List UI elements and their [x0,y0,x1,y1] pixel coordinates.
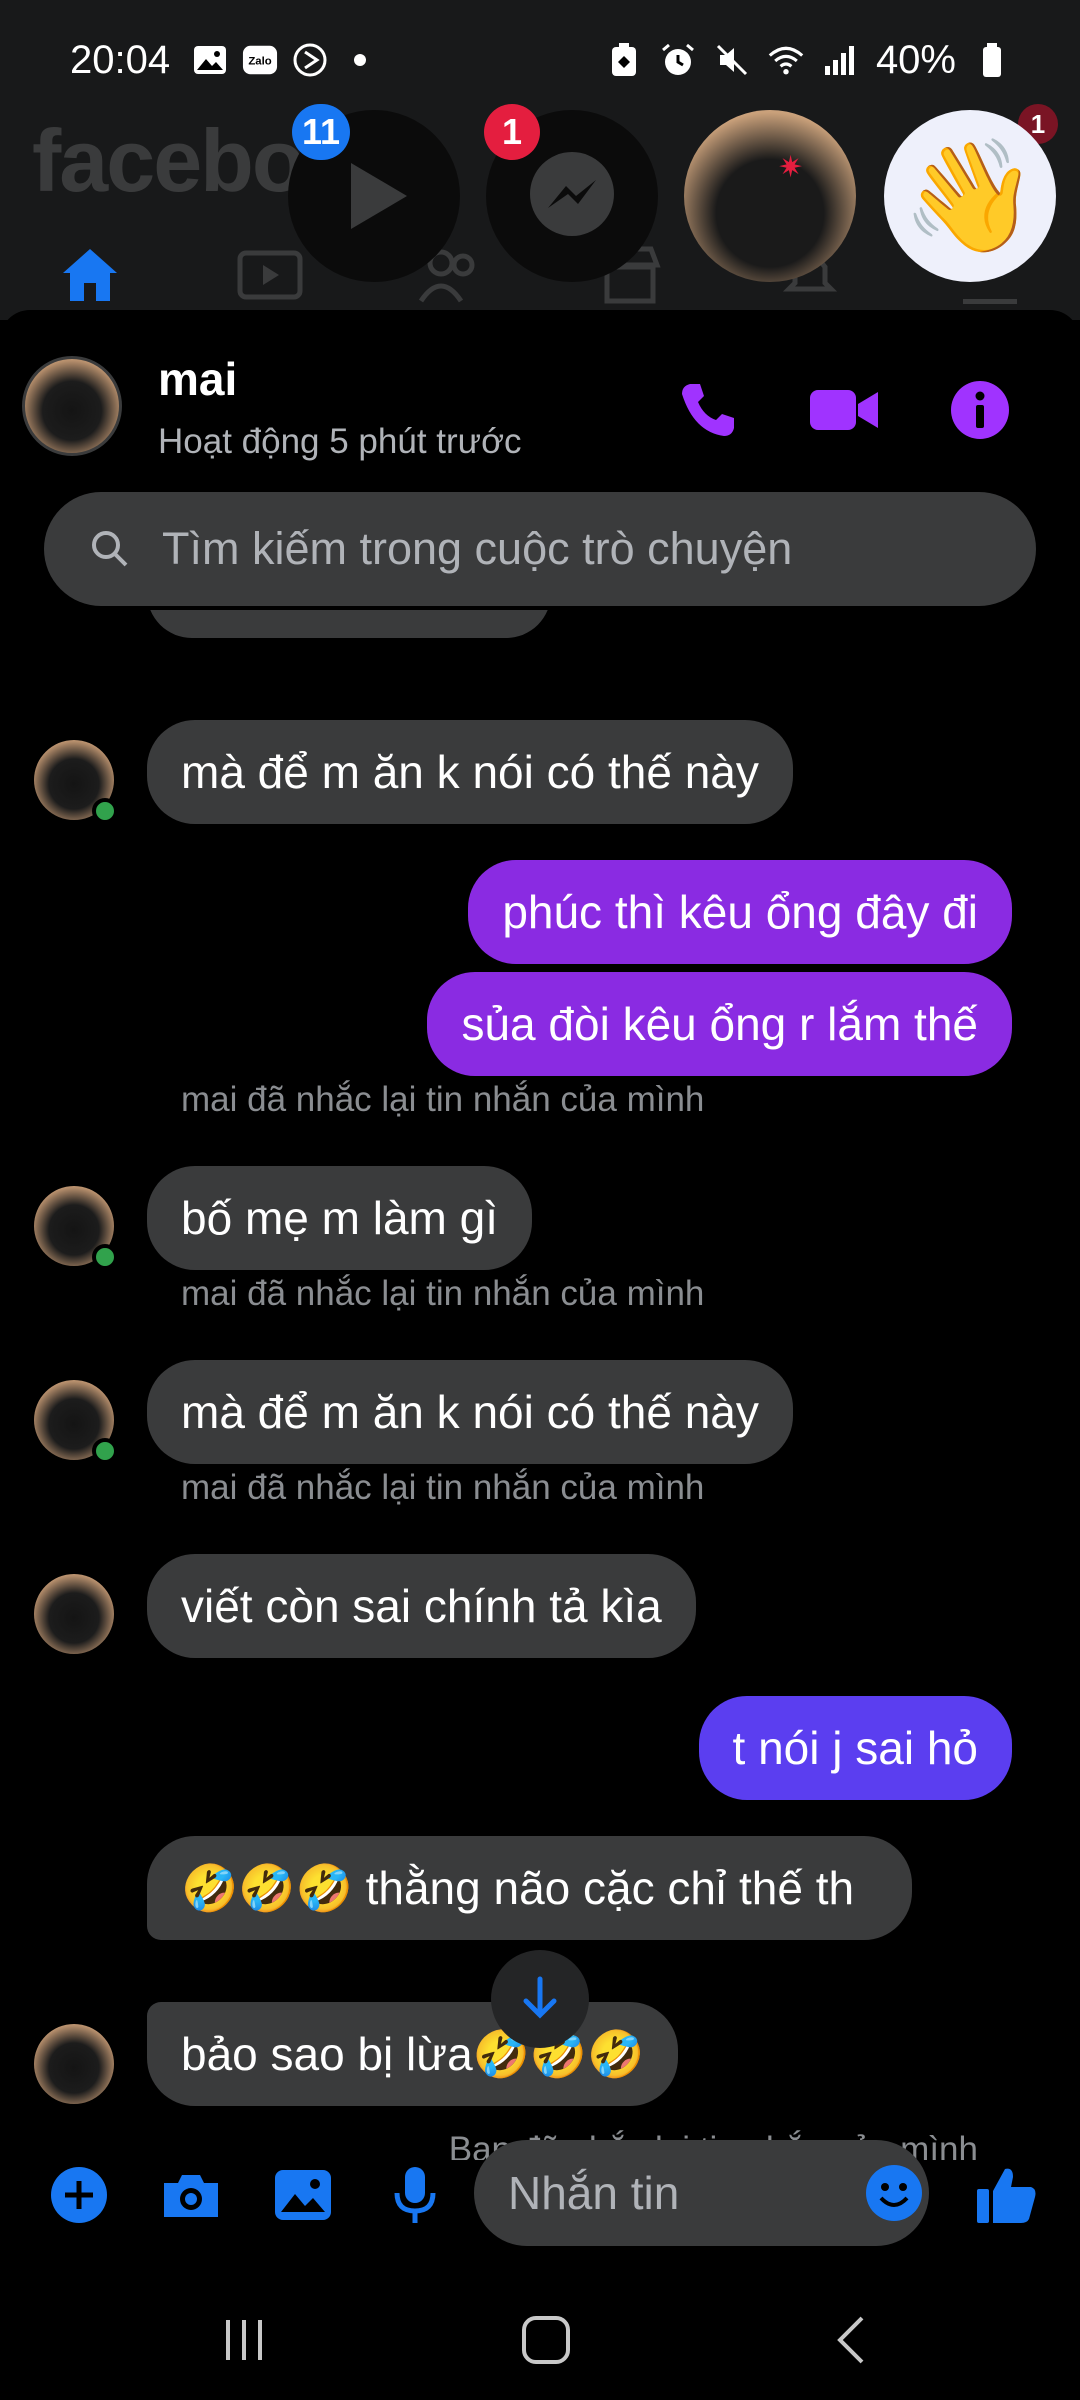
chat-panel: mai Hoạt động 5 phút trước Tìm kiếm tron… [0,310,1080,2280]
message-input[interactable]: Nhắn tin [474,2140,929,2246]
zalo-icon: Zalo [242,42,278,78]
play-badge: 11 [292,104,351,160]
message-avatar[interactable] [34,2024,114,2104]
incoming-message[interactable]: 🤣🤣🤣 thằng não cặc chỉ thế th [147,1836,912,1940]
phone-icon [682,384,734,436]
info-icon [951,381,1009,439]
wave-icon: 👋 [901,134,1039,258]
status-time: 20:04 [70,37,171,82]
dot-icon [342,42,378,78]
incoming-message[interactable]: mà để m ăn k nói có thế này [147,1360,793,1464]
svg-text:Zalo: Zalo [248,56,271,68]
online-indicator [92,1438,118,1464]
gallery-button[interactable] [268,2160,338,2230]
wave-chat-head[interactable]: 👋 [884,110,1056,282]
outgoing-message[interactable]: sủa đòi kêu ổng r lắm thế [427,972,1012,1076]
outgoing-message[interactable]: phúc thì kêu ổng đây đi [468,860,1012,964]
angry-icon: ✷ [778,151,804,184]
incoming-message[interactable]: viết còn sai chính tả kìa [147,1554,696,1658]
info-button[interactable] [940,370,1020,450]
signal-icon [822,42,858,78]
smiley-icon [866,2165,922,2221]
online-indicator [92,1244,118,1270]
home-nav-icon [522,2316,570,2364]
voice-button[interactable] [380,2160,450,2230]
camera-icon [164,2175,218,2217]
camera-button[interactable] [156,2160,226,2230]
recents-button[interactable] [204,2310,284,2370]
search-placeholder: Tìm kiếm trong cuộc trò chuyện [162,523,793,574]
battery-saver-icon [606,42,642,78]
reply-note: mai đã nhắc lại tin nhắn của mình [181,1274,705,1313]
contact-status: Hoạt động 5 phút trước [158,422,522,461]
plus-icon [51,2167,107,2223]
incoming-message[interactable]: mà để m ăn k nói có thế này [147,720,793,824]
home-button[interactable] [506,2310,586,2370]
contact-avatar[interactable] [22,356,122,456]
chat-header: mai Hoạt động 5 phút trước [0,330,1080,470]
battery-icon [974,42,1010,78]
alarm-icon [660,42,696,78]
composer: Nhắn tin [0,2130,1080,2260]
thumbs-up-icon [977,2168,1036,2223]
wifi-icon [768,42,804,78]
incoming-message[interactable]: bố mẹ m làm gì [147,1166,532,1270]
reply-note: mai đã nhắc lại tin nhắn của mình [181,1080,705,1119]
scroll-down-button[interactable] [491,1950,589,2048]
back-button[interactable] [812,2310,892,2370]
back-icon [837,2316,864,2364]
message-bubble-partial[interactable] [147,610,551,638]
emoji-button[interactable] [859,2158,929,2233]
video-call-button[interactable] [804,370,884,450]
message-avatar[interactable] [34,1574,114,1654]
mute-icon [714,42,750,78]
message-avatar[interactable] [34,1380,118,1464]
message-list[interactable]: mà để m ăn k nói có thế này phúc thì kêu… [0,610,1080,2160]
battery-level: 40% [875,37,956,82]
gallery-icon [192,42,228,78]
like-button[interactable] [972,2160,1042,2230]
system-nav-bar [0,2280,1080,2400]
online-indicator [92,798,118,824]
reply-note: mai đã nhắc lại tin nhắn của mình [181,1468,705,1507]
messenger-badge: 1 [484,104,540,160]
cat-chat-head[interactable]: ✷ [684,110,856,282]
more-actions-button[interactable] [44,2160,114,2230]
outgoing-message[interactable]: t nói j sai hỏ [698,1696,1012,1800]
media-icon [292,42,328,78]
messenger-icon [530,152,614,236]
image-icon [275,2170,331,2220]
message-placeholder: Nhắn tin [508,2167,680,2219]
search-input[interactable]: Tìm kiếm trong cuộc trò chuyện [44,492,1036,606]
home-icon[interactable] [55,245,125,305]
recents-icon [226,2320,262,2360]
contact-name[interactable]: mai [158,352,237,406]
call-button[interactable] [668,370,748,450]
facebook-logo: facebo [32,111,306,210]
status-bar: 20:04 Zalo 40% [0,0,1080,120]
video-camera-icon [810,390,878,430]
message-avatar[interactable] [34,1186,118,1270]
arrow-down-icon [523,1976,557,2019]
video-icon[interactable] [235,245,305,305]
microphone-icon [394,2167,436,2223]
message-avatar[interactable] [34,740,118,824]
search-icon [92,531,128,567]
play-icon [351,163,407,229]
incoming-message[interactable]: bảo sao bị lừa🤣🤣🤣 [147,2002,679,2106]
